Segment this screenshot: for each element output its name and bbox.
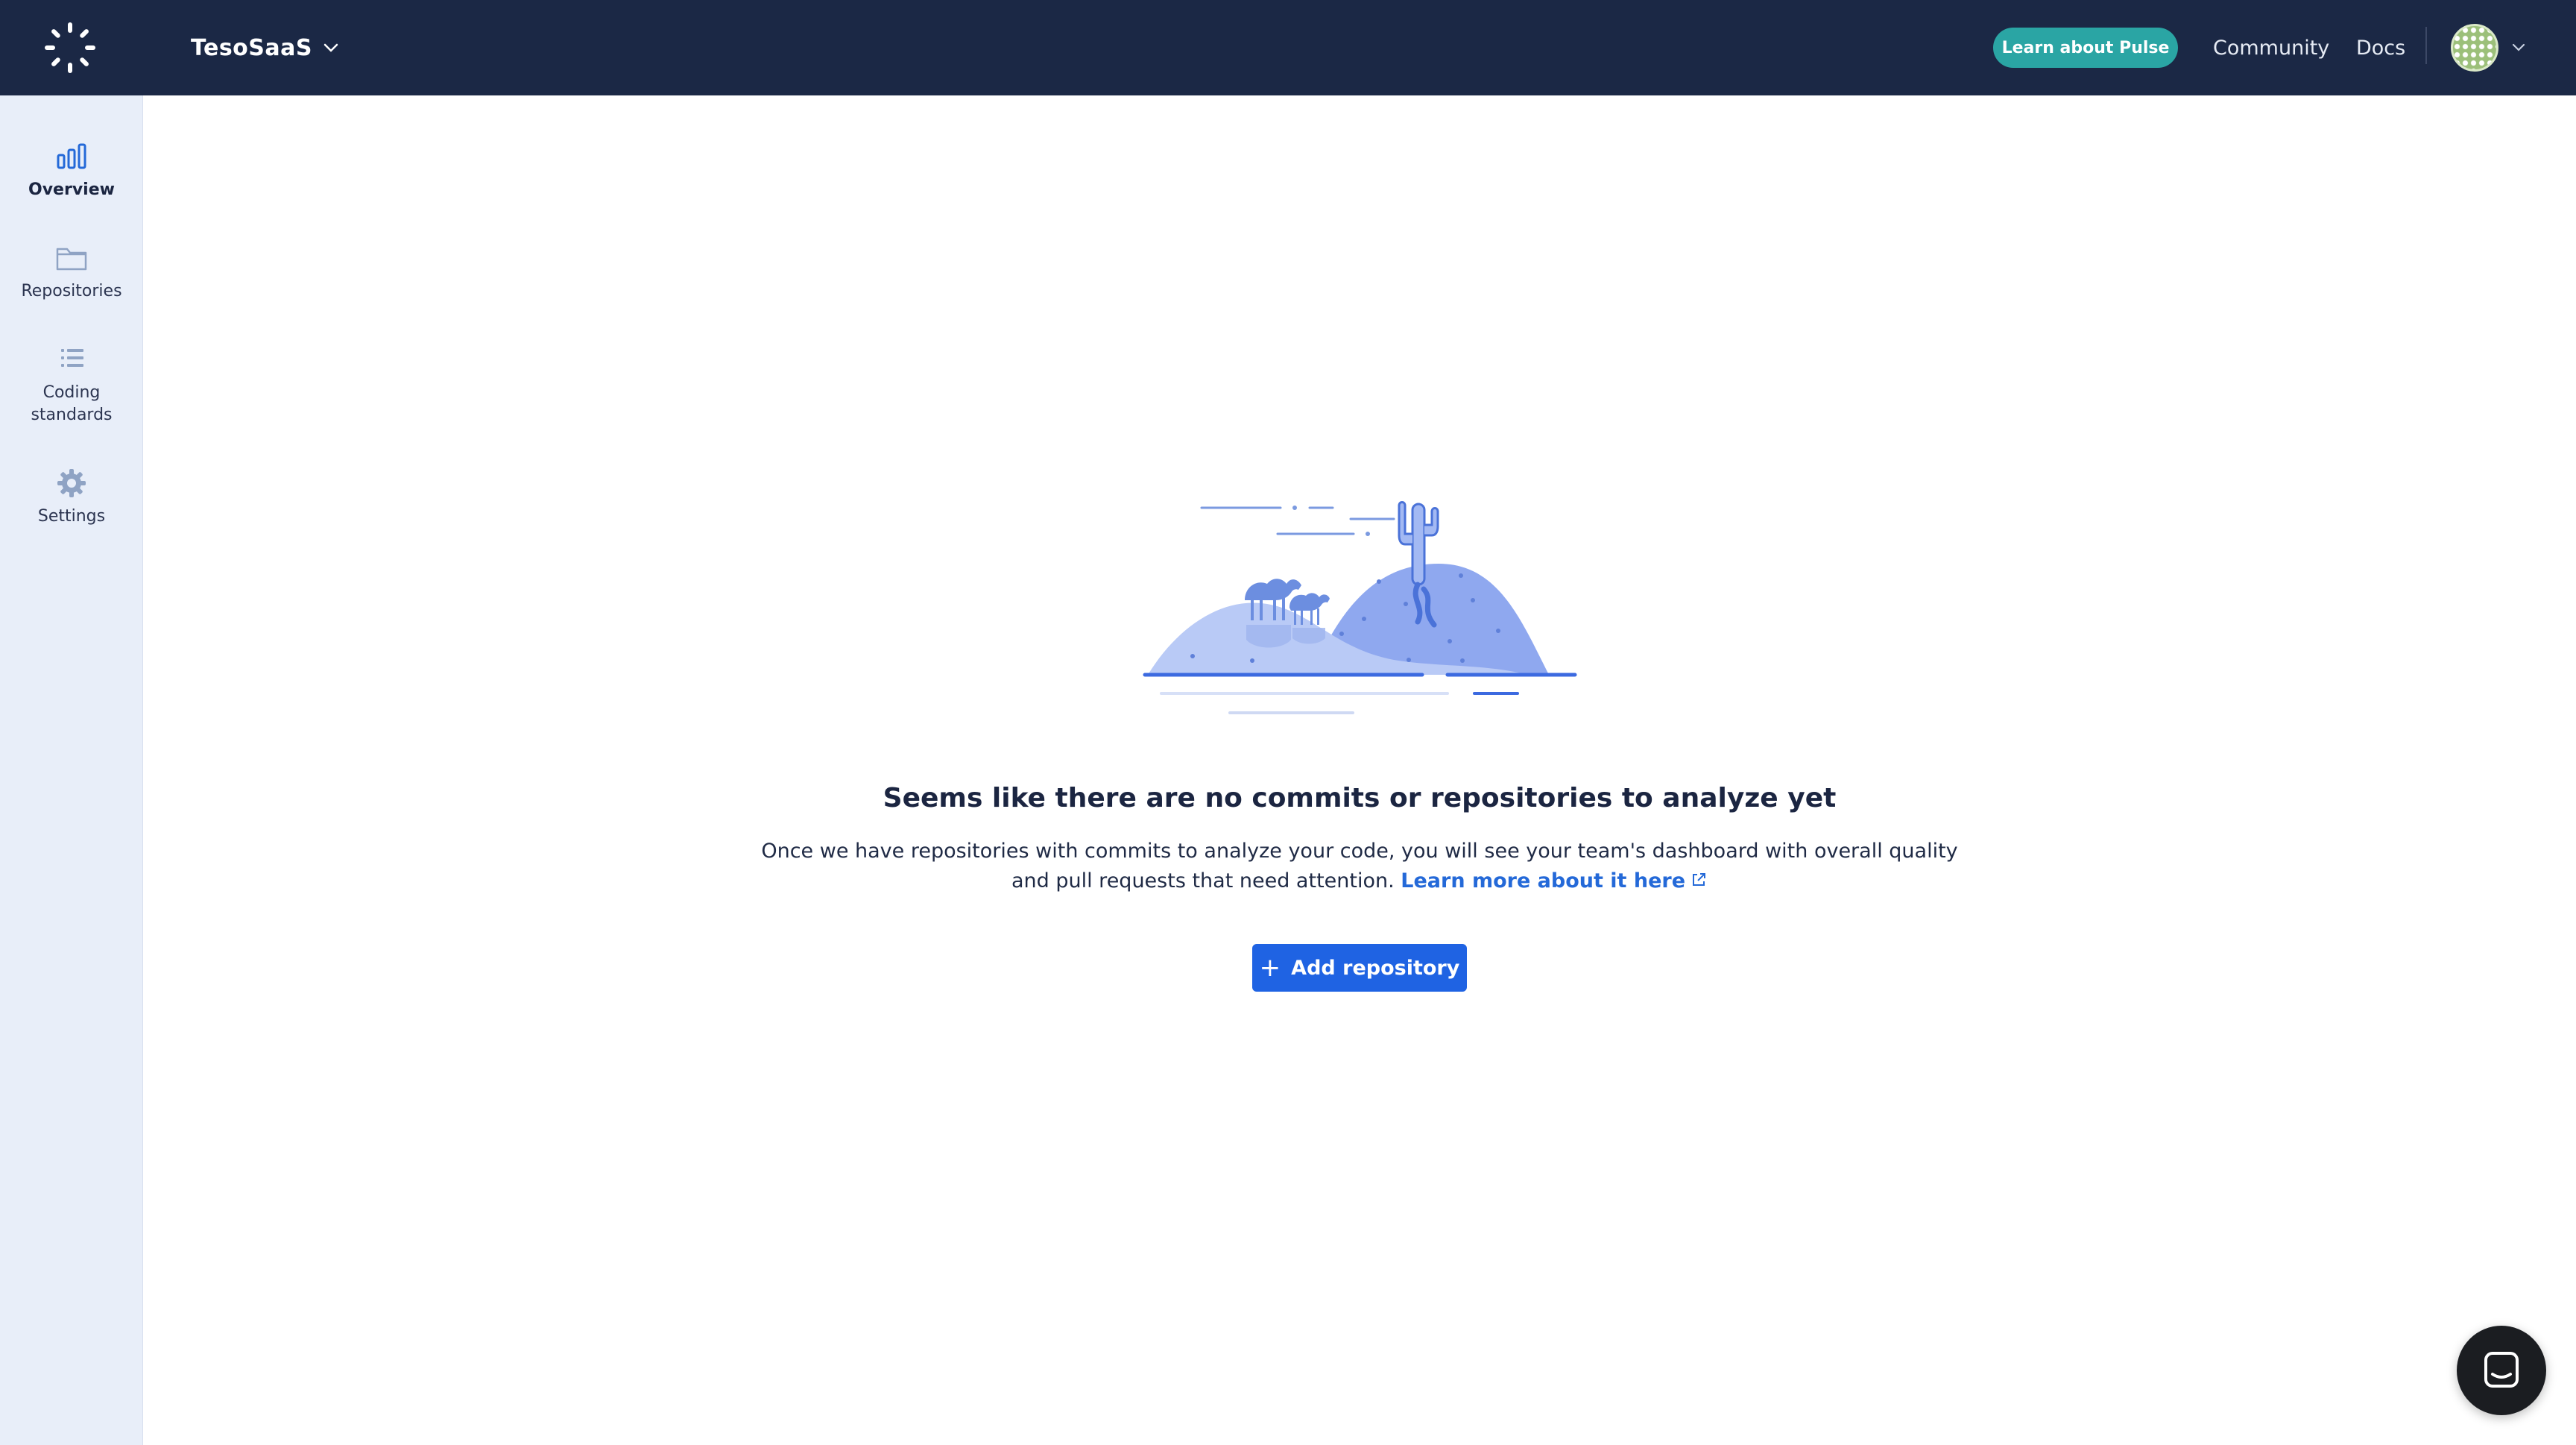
organization-switcher[interactable]: TesoSaaS <box>191 0 339 95</box>
sidebar-item-repositories[interactable]: Repositories <box>0 242 143 303</box>
empty-state-title: Seems like there are no commits or repos… <box>883 783 1837 813</box>
sidebar-item-label: Overview <box>28 180 115 199</box>
list-icon <box>61 349 83 367</box>
sidebar-item-coding-standards[interactable]: Coding standards <box>0 343 143 426</box>
sidebar-item-label: Repositories <box>21 282 122 300</box>
empty-state-text: Once we have repositories with commits t… <box>761 840 1958 892</box>
sidebar-item-overview[interactable]: Overview <box>0 140 143 201</box>
sidebar-item-settings[interactable]: Settings <box>0 467 143 528</box>
sidebar-item-label: Coding standards <box>31 383 113 424</box>
learn-about-pulse-button[interactable]: Learn about Pulse <box>1993 28 2178 68</box>
plus-icon: + <box>1259 953 1281 983</box>
chat-icon <box>2484 1352 2519 1388</box>
docs-link[interactable]: Docs <box>2356 0 2405 95</box>
learn-more-label: Learn more about it here <box>1401 869 1686 892</box>
sidebar: Overview Repositories Coding standards S… <box>0 95 143 1445</box>
chevron-down-icon <box>323 43 338 52</box>
user-avatar[interactable] <box>2451 24 2498 72</box>
add-repository-label: Add repository <box>1291 956 1460 980</box>
desert-illustration <box>1143 501 1577 714</box>
nav-divider <box>2425 27 2427 64</box>
codacy-logo-icon[interactable] <box>43 21 97 75</box>
gear-icon <box>57 469 86 497</box>
external-link-icon <box>1693 873 1706 886</box>
chevron-down-icon[interactable] <box>2511 42 2526 52</box>
community-link[interactable]: Community <box>2213 0 2329 95</box>
folder-icon <box>56 248 87 271</box>
chat-launcher-button[interactable] <box>2457 1326 2546 1415</box>
sidebar-item-label: Settings <box>37 507 106 526</box>
learn-more-link[interactable]: Learn more about it here <box>1401 869 1708 892</box>
top-bar: TesoSaaS Learn about Pulse Community Doc… <box>0 0 2576 95</box>
bar-chart-icon <box>57 143 86 169</box>
add-repository-button[interactable]: + Add repository <box>1252 944 1467 992</box>
empty-state-description: Once we have repositories with commits t… <box>745 837 1974 896</box>
organization-name: TesoSaaS <box>191 34 312 61</box>
